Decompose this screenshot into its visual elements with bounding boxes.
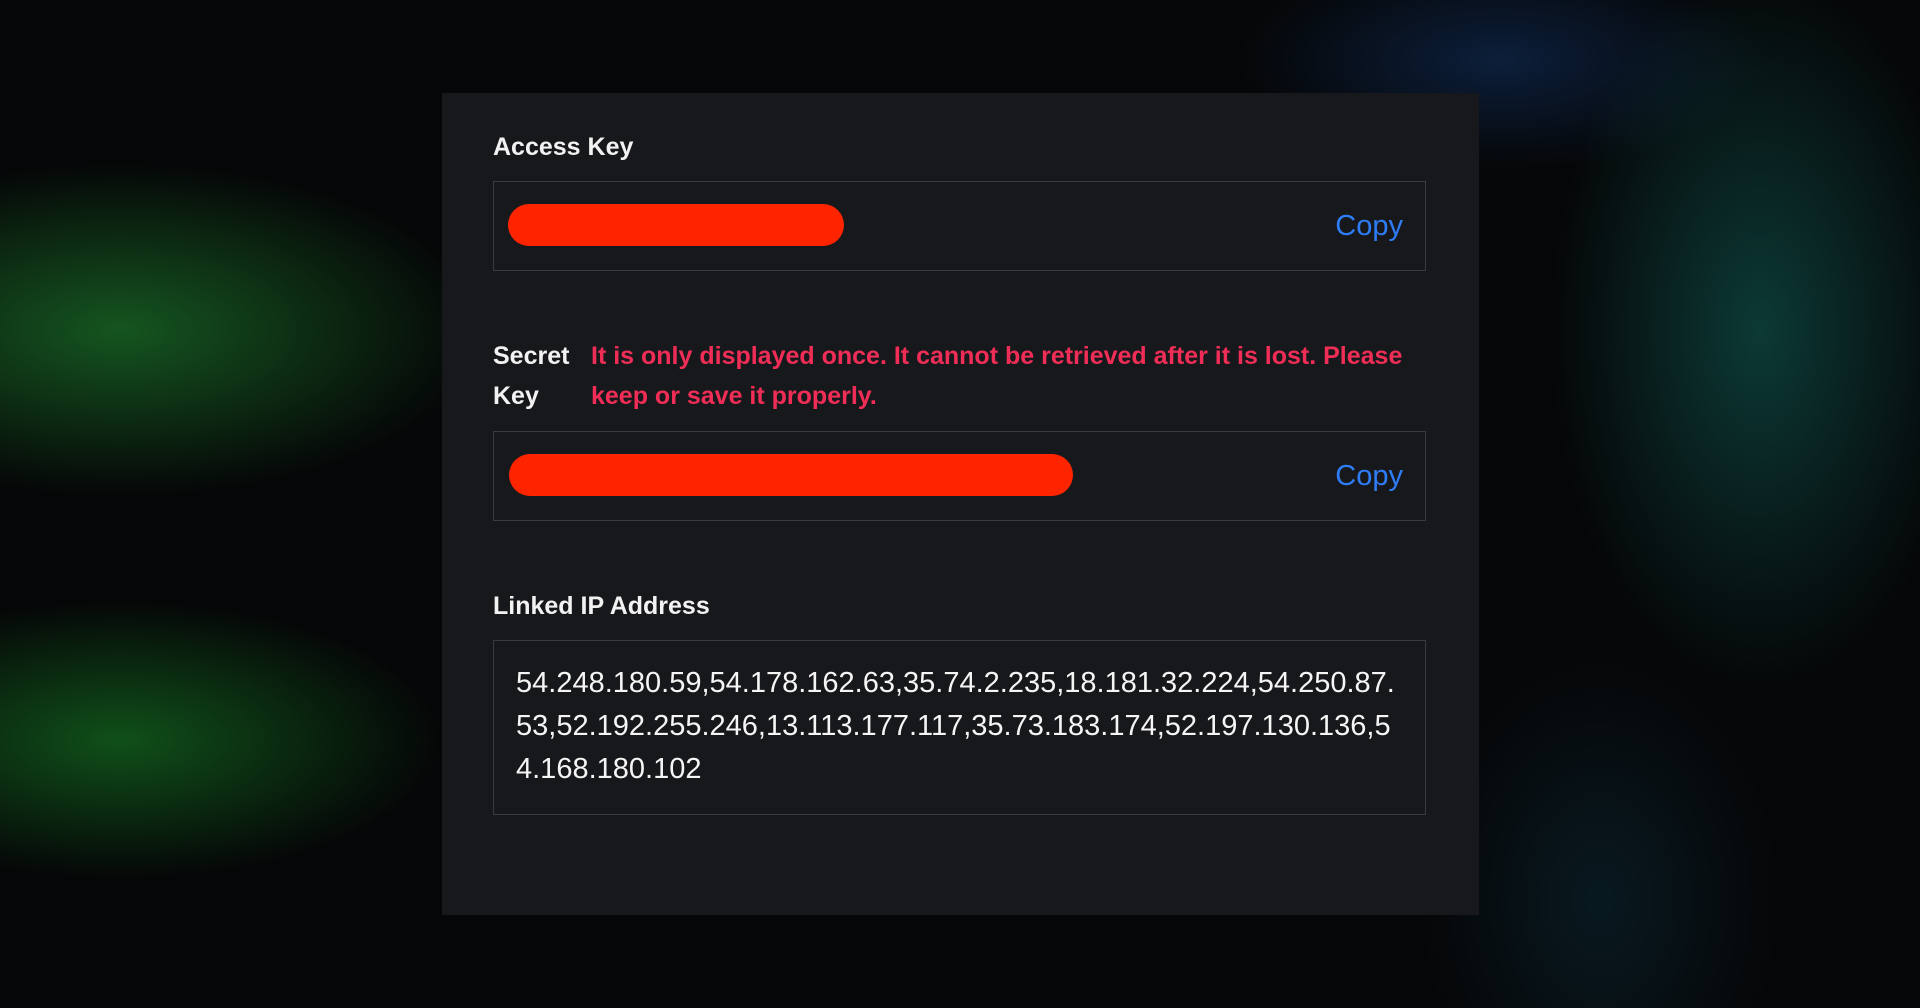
secret-key-redaction xyxy=(509,454,1073,496)
api-key-card: Access Key Copy Secret Key It is only di… xyxy=(442,93,1479,915)
secret-key-warning: It is only displayed once. It cannot be … xyxy=(591,342,1403,410)
secret-key-field: Copy xyxy=(493,431,1426,521)
access-key-field: Copy xyxy=(493,181,1426,271)
access-key-copy-button[interactable]: Copy xyxy=(1335,182,1403,270)
linked-ip-label: Linked IP Address xyxy=(493,592,710,620)
access-key-redaction xyxy=(508,204,844,246)
secret-key-label: Secret Key xyxy=(493,342,570,410)
secret-key-copy-button[interactable]: Copy xyxy=(1335,432,1403,520)
access-key-label: Access Key xyxy=(493,133,634,161)
linked-ip-address-value: 54.248.180.59,54.178.162.63,35.74.2.235,… xyxy=(493,640,1426,815)
